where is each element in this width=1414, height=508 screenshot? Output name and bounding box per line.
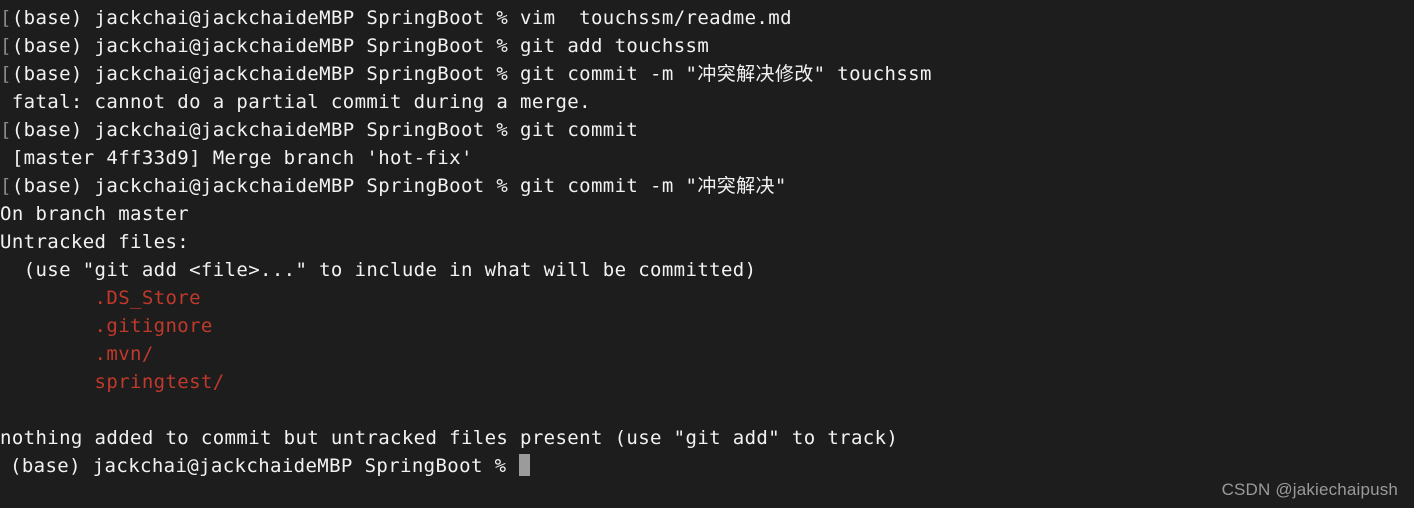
- text-cursor[interactable]: [519, 454, 531, 476]
- terminal-prompt-line: (base) jackchai@jackchaideMBP SpringBoot…: [0, 452, 1414, 480]
- terminal-prompt-line: [(base) jackchai@jackchaideMBP SpringBoo…: [0, 116, 1414, 144]
- terminal-prompt-line: [(base) jackchai@jackchaideMBP SpringBoo…: [0, 32, 1414, 60]
- shell-command: vim touchssm/readme.md: [520, 7, 792, 29]
- terminal-prompt-line: [(base) jackchai@jackchaideMBP SpringBoo…: [0, 60, 1414, 88]
- untracked-file-row: .mvn/: [0, 340, 1414, 368]
- shell-prompt: (base) jackchai@jackchaideMBP SpringBoot…: [11, 35, 521, 57]
- wrap-bracket: [: [0, 35, 12, 57]
- wrap-bracket: [: [0, 175, 12, 197]
- shell-command: git commit -m "冲突解决": [520, 175, 787, 197]
- terminal-output-line: fatal: cannot do a partial commit during…: [0, 91, 591, 113]
- untracked-file-entry: .gitignore: [0, 315, 213, 337]
- terminal-output-row: Untracked files:: [0, 228, 1414, 256]
- terminal-prompt-line: [(base) jackchai@jackchaideMBP SpringBoo…: [0, 4, 1414, 32]
- terminal-prompt-line: [(base) jackchai@jackchaideMBP SpringBoo…: [0, 172, 1414, 200]
- untracked-file-row: .DS_Store: [0, 284, 1414, 312]
- shell-prompt: (base) jackchai@jackchaideMBP SpringBoot…: [11, 63, 521, 85]
- shell-prompt: (base) jackchai@jackchaideMBP SpringBoot…: [11, 7, 521, 29]
- terminal-output-row: [master 4ff33d9] Merge branch 'hot-fix': [0, 144, 1414, 172]
- terminal-output-line: [master 4ff33d9] Merge branch 'hot-fix': [0, 147, 473, 169]
- untracked-file-entry: springtest/: [0, 371, 225, 393]
- terminal-window[interactable]: [(base) jackchai@jackchaideMBP SpringBoo…: [0, 0, 1414, 508]
- shell-command: git commit: [520, 119, 639, 141]
- shell-prompt: (base) jackchai@jackchaideMBP SpringBoot…: [11, 119, 521, 141]
- wrap-bracket: [: [0, 7, 12, 29]
- terminal-output-line: nothing added to commit but untracked fi…: [0, 427, 899, 449]
- wrap-bracket: [: [0, 63, 12, 85]
- csdn-watermark: CSDN @jakiechaipush: [1221, 480, 1398, 499]
- untracked-file-entry: .mvn/: [0, 343, 154, 365]
- terminal-output-line: Untracked files:: [0, 231, 190, 253]
- shell-command: git add touchssm: [520, 35, 710, 57]
- untracked-file-entry: .DS_Store: [0, 287, 201, 309]
- terminal-output-row: fatal: cannot do a partial commit during…: [0, 88, 1414, 116]
- untracked-file-row: .gitignore: [0, 312, 1414, 340]
- terminal-output-line: (use "git add <file>..." to include in w…: [0, 259, 757, 281]
- terminal-output: [(base) jackchai@jackchaideMBP SpringBoo…: [0, 4, 1414, 480]
- shell-prompt: (base) jackchai@jackchaideMBP SpringBoot…: [11, 175, 521, 197]
- shell-prompt: (base) jackchai@jackchaideMBP SpringBoot…: [10, 455, 519, 477]
- untracked-file-row: springtest/: [0, 368, 1414, 396]
- terminal-output-row: nothing added to commit but untracked fi…: [0, 424, 1414, 452]
- shell-command: git commit -m "冲突解决修改" touchssm: [520, 63, 932, 85]
- terminal-output-line: On branch master: [0, 203, 190, 225]
- terminal-output-row: On branch master: [0, 200, 1414, 228]
- terminal-output-row: (use "git add <file>..." to include in w…: [0, 256, 1414, 284]
- wrap-bracket: [: [0, 119, 12, 141]
